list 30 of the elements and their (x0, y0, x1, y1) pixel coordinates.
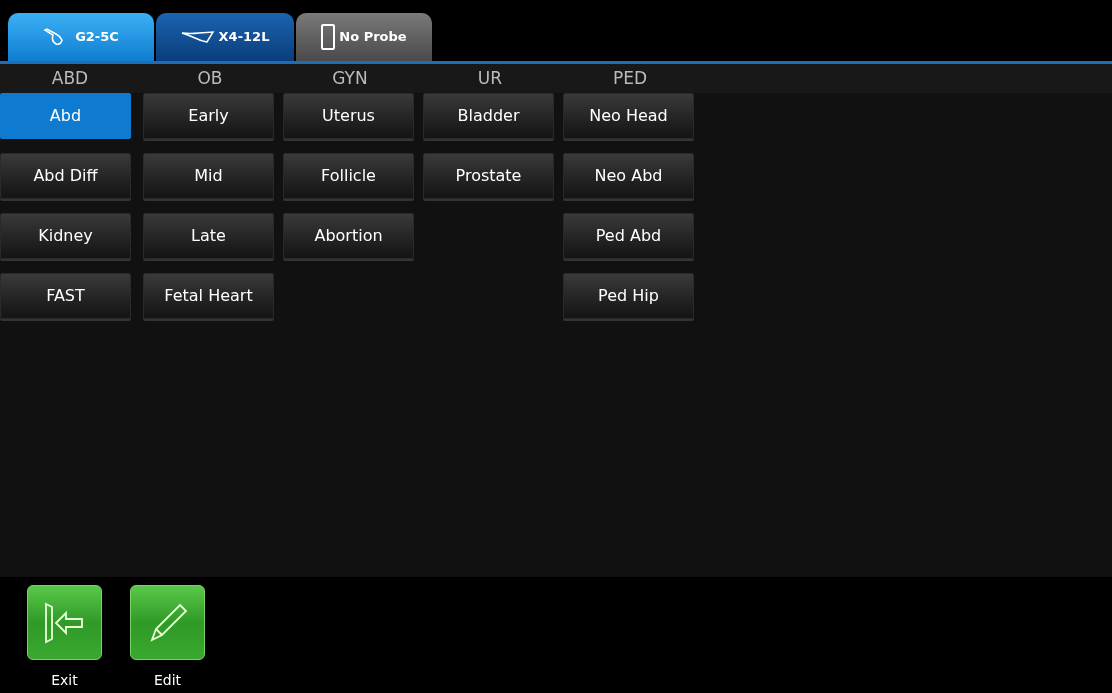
edit-button[interactable] (130, 585, 205, 660)
probe-tab[interactable]: No Probe (296, 13, 432, 61)
category-heading: PED (612, 66, 648, 90)
category-heading: UR (477, 66, 503, 90)
category-heading: GYN (332, 66, 368, 90)
exit-button[interactable] (27, 585, 102, 660)
linear-probe-icon (180, 30, 215, 44)
preset-button[interactable]: Abd Diff (0, 153, 131, 199)
preset-button[interactable]: Early (143, 93, 274, 139)
preset-button[interactable]: Neo Abd (563, 153, 694, 199)
preset-button[interactable]: Ped Abd (563, 213, 694, 259)
preset-button[interactable]: Abortion (283, 213, 414, 259)
preset-button[interactable]: Prostate (423, 153, 554, 199)
preset-button[interactable]: FAST (0, 273, 131, 319)
action-label: Edit (153, 671, 182, 690)
preset-button[interactable]: Follicle (283, 153, 414, 199)
category-heading: ABD (51, 66, 89, 90)
preset-button[interactable]: Mid (143, 153, 274, 199)
probe-tab[interactable]: X4-12L (156, 13, 294, 61)
action-label: Exit (51, 671, 78, 690)
preset-button[interactable]: Ped Hip (563, 273, 694, 319)
preset-button[interactable]: Kidney (0, 213, 131, 259)
preset-button[interactable]: Bladder (423, 93, 554, 139)
category-heading: OB (197, 66, 223, 90)
preset-button[interactable]: Abd (0, 93, 131, 139)
preset-button[interactable]: Uterus (283, 93, 414, 139)
preset-button[interactable]: Late (143, 213, 274, 259)
preset-button[interactable]: Neo Head (563, 93, 694, 139)
preset-button[interactable]: Fetal Heart (143, 273, 274, 319)
empty-probe-icon (321, 24, 336, 50)
